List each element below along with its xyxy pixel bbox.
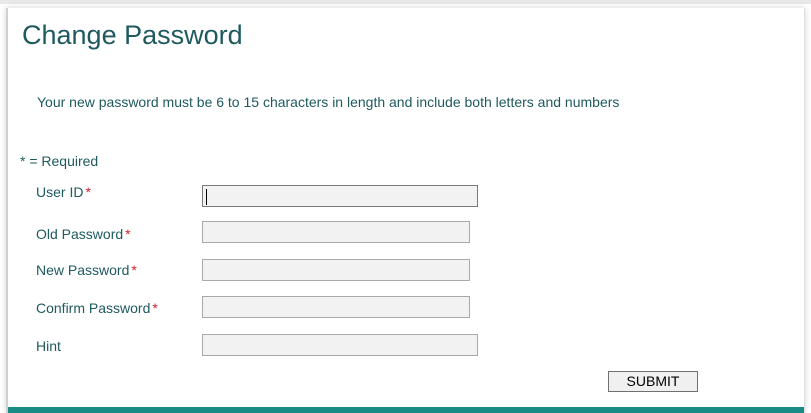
user-id-label-text: User ID: [36, 184, 84, 200]
confirm-password-label: Confirm Password *: [36, 300, 158, 316]
hint-label: Hint: [36, 338, 61, 354]
required-asterisk: *: [125, 226, 131, 242]
required-asterisk: *: [131, 262, 137, 278]
user-id-input[interactable]: [202, 185, 478, 207]
password-instruction: Your new password must be 6 to 15 charac…: [37, 94, 620, 110]
submit-button[interactable]: SUBMIT: [608, 371, 698, 392]
old-password-label-text: Old Password: [36, 226, 124, 242]
window-frame: Change Password Your new password must b…: [0, 0, 811, 413]
old-password-input[interactable]: [202, 221, 470, 243]
old-password-label: Old Password *: [36, 226, 131, 242]
change-password-panel: Change Password Your new password must b…: [6, 8, 805, 413]
required-note: * = Required: [20, 153, 99, 169]
hint-input[interactable]: [202, 334, 478, 356]
bottom-accent-bar: [8, 407, 804, 413]
confirm-password-label-text: Confirm Password: [36, 300, 151, 316]
hint-label-text: Hint: [36, 338, 61, 354]
user-id-label: User ID *: [36, 184, 91, 200]
new-password-label: New Password *: [36, 262, 137, 278]
required-asterisk: *: [152, 300, 158, 316]
page-title: Change Password: [22, 20, 243, 50]
confirm-password-input[interactable]: [202, 296, 470, 318]
text-caret: [206, 189, 207, 205]
required-asterisk: *: [85, 184, 91, 200]
new-password-label-text: New Password: [36, 262, 130, 278]
new-password-input[interactable]: [202, 259, 470, 281]
